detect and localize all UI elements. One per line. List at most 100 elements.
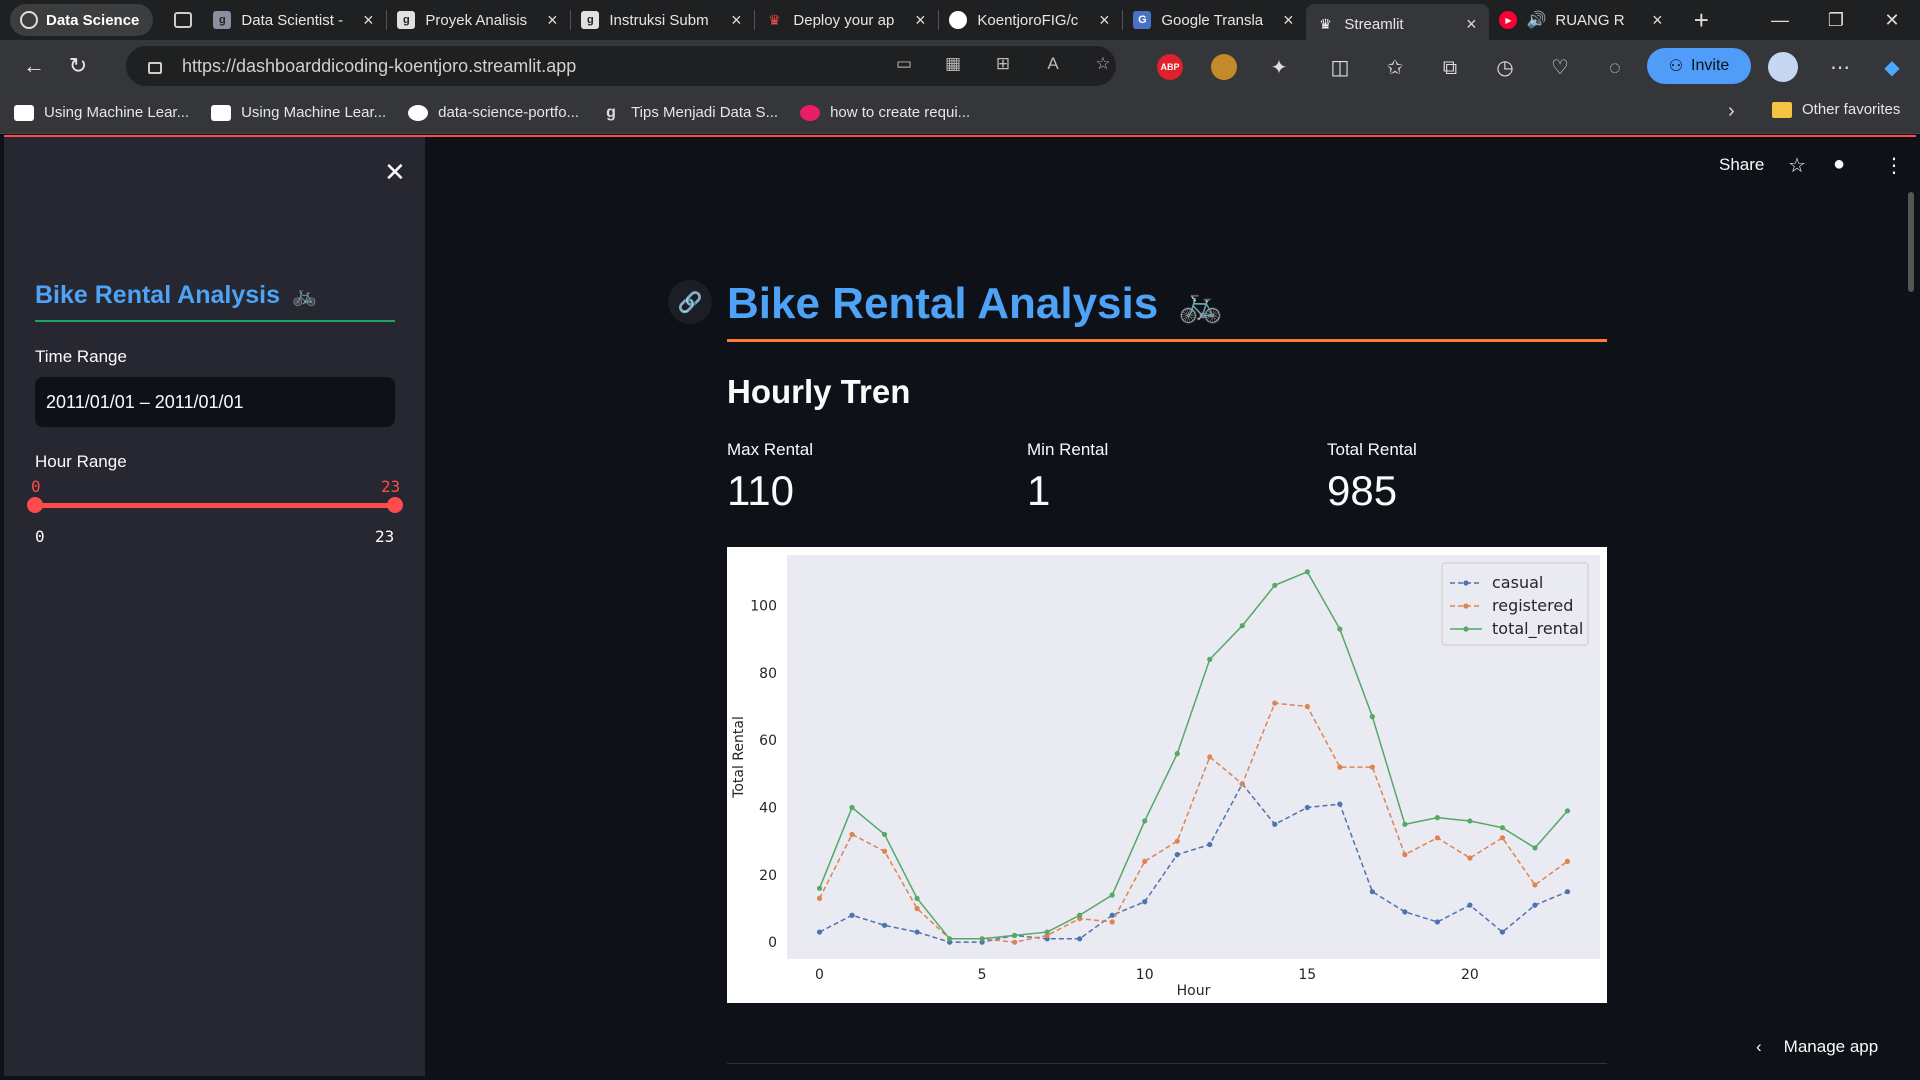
tab-instruksi-submission[interactable]: g Instruksi Subm × (571, 4, 754, 36)
favorite-star-icon[interactable]: ☆ (1092, 54, 1114, 76)
bookmark-label: data-science-portfo... (438, 104, 580, 121)
new-tab-button[interactable]: + (1681, 5, 1721, 36)
data-point-registered (1337, 764, 1343, 770)
other-favorites[interactable]: Other favorites (1772, 101, 1900, 118)
close-tab-icon[interactable]: × (728, 10, 744, 31)
y-tick-label: 0 (768, 935, 777, 951)
address-bar[interactable]: https://dashboarddicoding-koentjoro.stre… (126, 46, 1116, 86)
star-icon[interactable]: ☆ (1788, 153, 1806, 178)
bookmark-item[interactable]: data-science-portfo... (408, 104, 579, 121)
data-point-registered (849, 831, 855, 838)
performance-icon[interactable]: ♡ (1546, 54, 1574, 82)
apps-icon[interactable]: ⊞ (992, 54, 1014, 76)
extension-icon[interactable] (1211, 54, 1237, 80)
copilot-icon[interactable]: ◆ (1878, 54, 1906, 82)
close-tab-icon[interactable]: × (360, 10, 376, 31)
feedback-icon[interactable]: ◌ (1601, 54, 1629, 82)
hour-max-value: 23 (381, 477, 401, 496)
close-tab-icon[interactable]: × (1096, 10, 1112, 31)
page-title-text: Bike Rental Analysis (727, 279, 1159, 328)
tab-actions-button[interactable] (163, 4, 203, 36)
device-icon[interactable]: ▭ (893, 54, 915, 76)
hourly-trend-chart: 0 5 10 15 20 0 20 40 60 80 100 Hour Total Rental casu… (727, 547, 1607, 1003)
pink-icon (800, 104, 821, 121)
github-icon[interactable]: ● (1833, 153, 1845, 176)
slider-max-handle[interactable] (387, 497, 403, 513)
collections-icon[interactable]: ⧉ (1436, 54, 1464, 82)
data-point-casual (1109, 912, 1115, 918)
data-point-total_rental (1402, 821, 1408, 827)
close-tab-icon[interactable]: × (1280, 10, 1296, 31)
data-point-registered (1499, 835, 1506, 841)
data-point-total_rental (914, 895, 920, 901)
close-sidebar-icon[interactable]: ✕ (384, 157, 406, 188)
anchor-link-icon[interactable]: 🔗 (668, 280, 712, 324)
more-vertical-icon[interactable]: ⋮ (1884, 153, 1904, 178)
g-icon: g (606, 103, 616, 121)
qr-app-icon[interactable]: ▦ (942, 54, 964, 76)
profile-avatar[interactable] (1768, 52, 1798, 82)
tab-proyek-analisis[interactable]: g Proyek Analisis × (387, 4, 570, 36)
data-point-total_rental (1434, 815, 1440, 821)
tab-github-koentjoro[interactable]: KoentjoroFIG/c × (939, 4, 1122, 36)
data-point-casual (1402, 909, 1408, 915)
data-point-total_rental (1174, 751, 1180, 757)
bookmark-item[interactable]: how to create requi... (800, 104, 970, 121)
favorites-icon[interactable]: ✩ (1381, 54, 1409, 82)
x-tick-label: 20 (1461, 967, 1479, 983)
close-tab-icon[interactable]: × (1463, 14, 1479, 35)
adblock-plus-icon[interactable]: ABP (1157, 54, 1183, 80)
back-button[interactable]: ← (12, 46, 56, 86)
restore-window-button[interactable]: ❐ (1806, 0, 1866, 40)
close-tab-icon[interactable]: × (912, 10, 928, 31)
legend-marker-total_rental (1463, 626, 1469, 632)
bookmark-item[interactable]: Using Machine Lear... (14, 104, 189, 121)
data-point-registered (816, 895, 823, 901)
tab-group-data-science[interactable]: Data Science (10, 4, 154, 36)
close-tab-icon[interactable]: × (1649, 10, 1665, 31)
data-point-casual (1467, 902, 1473, 908)
tab-data-scientist[interactable]: g Data Scientist - × (203, 4, 386, 36)
browser-tab-bar: Data Science g Data Scientist - × g Proy… (0, 0, 1920, 44)
data-point-casual (1369, 889, 1375, 895)
manage-app-button[interactable]: ‹ Manage app (1756, 1037, 1878, 1057)
google-translate-icon: G (1133, 11, 1152, 29)
data-point-total_rental (816, 885, 823, 891)
refresh-button[interactable]: ↻ (56, 46, 100, 86)
audio-playing-icon[interactable]: 🔊 (1526, 11, 1546, 29)
tab-streamlit[interactable]: ♛ Streamlit × (1306, 4, 1490, 44)
close-tab-icon[interactable]: × (544, 10, 560, 31)
time-range-input[interactable]: 2011/01/01 – 2011/01/01 (35, 377, 395, 427)
history-icon[interactable]: ◷ (1491, 54, 1519, 82)
hour-range-slider[interactable] (35, 503, 395, 508)
invite-button[interactable]: ⚇ Invite (1647, 48, 1751, 84)
data-point-registered (1174, 838, 1180, 844)
tab-google-translate[interactable]: G Google Transla × (1123, 4, 1306, 36)
tab-label: Google Transla (1161, 11, 1264, 29)
data-point-casual (849, 912, 855, 918)
data-point-total_rental (849, 804, 855, 811)
chevron-right-icon[interactable]: › (1728, 100, 1735, 123)
share-button[interactable]: Share (1719, 155, 1764, 175)
streamlit-crown-icon: ♛ (768, 11, 781, 28)
extensions-puzzle-icon[interactable]: ✦ (1265, 54, 1293, 82)
minimize-window-button[interactable]: — (1750, 0, 1810, 40)
chart-svg: 0 5 10 15 20 0 20 40 60 80 100 Hour Total Rental casu… (731, 555, 1600, 999)
bookmark-item[interactable]: g Tips Menjadi Data S... (601, 104, 778, 121)
slider-min-handle[interactable] (27, 497, 43, 513)
metric-label-min: Min Rental (1027, 440, 1109, 459)
scrollbar[interactable] (1908, 192, 1914, 292)
tab-deploy-your-app[interactable]: ♛ Deploy your ap × (755, 4, 938, 36)
data-point-total_rental (1564, 808, 1571, 814)
more-options-icon[interactable]: ⋯ (1826, 54, 1854, 82)
section-subheader: Hourly Tren (727, 373, 911, 410)
bookmark-item[interactable]: Using Machine Lear... (211, 104, 386, 121)
read-aloud-icon[interactable]: A (1042, 54, 1064, 76)
y-tick-label: 60 (759, 733, 777, 749)
g-favicon-icon: g (213, 11, 232, 29)
close-window-button[interactable]: ✕ (1862, 0, 1920, 40)
split-screen-icon[interactable]: ◫ (1326, 54, 1354, 82)
data-point-registered (1434, 835, 1440, 841)
tab-ruang-r[interactable]: ▶ 🔊 RUANG R × (1489, 4, 1675, 36)
y-tick-label: 40 (759, 801, 777, 817)
